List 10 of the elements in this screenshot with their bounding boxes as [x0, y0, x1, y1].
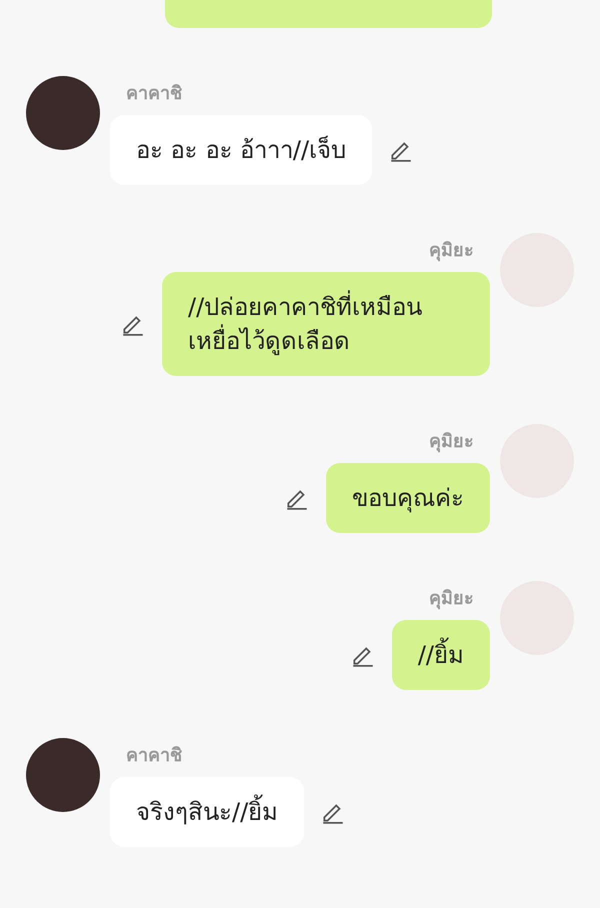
message-bubble: ขอบคุณค่ะ	[326, 463, 490, 533]
sender-name: คาคาชิ	[125, 744, 183, 768]
sender-name: คุมิยะ	[428, 430, 475, 454]
message-bubble: //ปล่อยคาคาชิที่เหมือนเหยื่อไว้ดูดเลือด	[162, 272, 490, 376]
message-bubble: //ยิ้ม	[392, 620, 490, 690]
sender-name: คาคาชิ	[125, 82, 183, 106]
message-bubble: จริงๆสินะ//ยิ้ม	[110, 777, 304, 847]
message-bubble: อะ อะ อะ อ้าาา//เจ็บ	[110, 115, 372, 185]
sender-name: คุมิยะ	[428, 587, 475, 612]
sender-name: คุมิยะ	[428, 239, 475, 264]
